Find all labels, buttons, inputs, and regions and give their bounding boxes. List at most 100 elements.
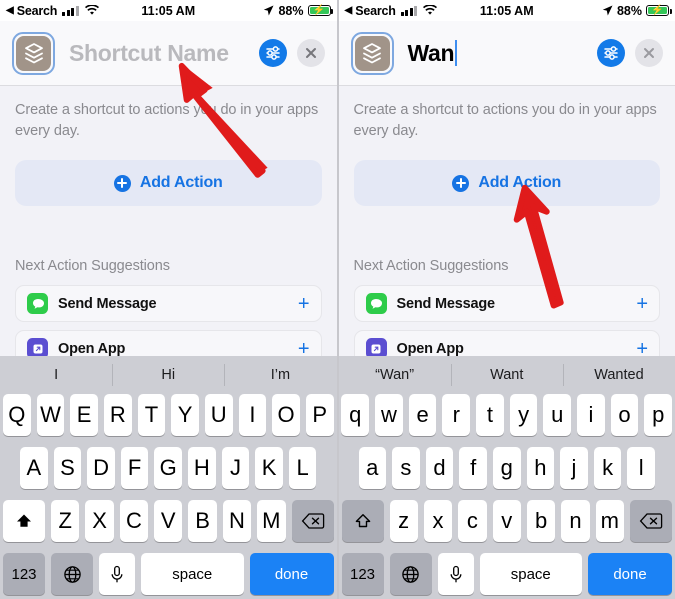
shortcut-name-input[interactable]: Wan	[408, 40, 598, 67]
messages-app-icon	[27, 293, 48, 314]
shift-key[interactable]	[341, 500, 384, 542]
shortcut-settings-button[interactable]	[597, 39, 625, 67]
key[interactable]: l	[627, 447, 655, 489]
prediction-candidate[interactable]: Hi	[112, 356, 224, 394]
space-key[interactable]: space	[141, 553, 244, 595]
return-key[interactable]: done	[249, 553, 334, 595]
suggestion-list: Send Message + Open App +	[15, 285, 322, 367]
dictation-key[interactable]	[99, 553, 135, 595]
key[interactable]: k	[593, 447, 622, 489]
key[interactable]: U	[204, 394, 233, 436]
key[interactable]: m	[595, 500, 625, 542]
shortcut-icon-button[interactable]	[12, 31, 55, 75]
key[interactable]: w	[375, 394, 403, 436]
key[interactable]: p	[644, 394, 673, 436]
key[interactable]: D	[87, 447, 115, 489]
key[interactable]: F	[120, 447, 149, 489]
list-item-label: Send Message	[58, 295, 157, 312]
shortcut-name-input[interactable]: Shortcut Name	[69, 40, 259, 67]
key[interactable]: z	[389, 500, 418, 542]
backspace-key[interactable]	[630, 500, 673, 542]
globe-key[interactable]	[389, 553, 432, 595]
key[interactable]: C	[119, 500, 149, 542]
key[interactable]: n	[561, 500, 590, 542]
key[interactable]: L	[288, 447, 317, 489]
list-item[interactable]: Send Message +	[15, 285, 322, 322]
key[interactable]: H	[188, 447, 216, 489]
shift-key[interactable]	[3, 500, 45, 542]
key[interactable]: t	[476, 394, 504, 436]
globe-key[interactable]	[51, 553, 93, 595]
add-action-label: Add Action	[478, 174, 562, 191]
dictation-key[interactable]	[437, 553, 474, 595]
back-triangle-icon: ◀	[344, 4, 353, 16]
key[interactable]: Y	[171, 394, 199, 436]
key[interactable]: G	[154, 447, 183, 489]
battery-percent-label: 88%	[616, 3, 642, 18]
key[interactable]: s	[392, 447, 420, 489]
plus-circle-icon	[113, 174, 131, 192]
prediction-candidate[interactable]: I’m	[224, 356, 336, 394]
shortcut-icon-button[interactable]	[350, 31, 394, 75]
key[interactable]: K	[255, 447, 283, 489]
key[interactable]: y	[509, 394, 538, 436]
add-action-button[interactable]: Add Action	[15, 160, 322, 206]
suggestion-list: Send Message + Open App +	[353, 285, 660, 367]
key[interactable]: O	[272, 394, 300, 436]
key[interactable]: S	[53, 447, 82, 489]
key[interactable]: d	[425, 447, 454, 489]
key[interactable]: X	[85, 500, 114, 542]
add-action-button[interactable]: Add Action	[353, 160, 660, 206]
close-button[interactable]	[296, 39, 325, 67]
prediction-candidate[interactable]: “Wan”	[339, 356, 451, 394]
key[interactable]: V	[154, 500, 183, 542]
close-button[interactable]	[635, 39, 663, 67]
key[interactable]: A	[20, 447, 48, 489]
key[interactable]: q	[341, 394, 370, 436]
key[interactable]: W	[36, 394, 65, 436]
prediction-candidate[interactable]: Wanted	[562, 356, 675, 394]
key[interactable]: v	[492, 500, 521, 542]
text-caret	[455, 40, 458, 66]
add-suggestion-button[interactable]: +	[298, 294, 310, 314]
key[interactable]: f	[459, 447, 487, 489]
key[interactable]: o	[610, 394, 639, 436]
space-key[interactable]: space	[479, 553, 582, 595]
key[interactable]: x	[423, 500, 453, 542]
key[interactable]: b	[526, 500, 556, 542]
content-left: Create a shortcut to actions you do in y…	[0, 86, 337, 367]
key[interactable]: J	[221, 447, 250, 489]
phone-screen-right: ◀ Search 11:05 AM 88% ⚡ Wan Create a sho…	[338, 0, 675, 599]
key[interactable]: E	[70, 394, 98, 436]
key[interactable]: i	[577, 394, 605, 436]
numbers-key[interactable]: 123	[3, 553, 45, 595]
key[interactable]: a	[358, 447, 387, 489]
key[interactable]: B	[188, 500, 217, 542]
numbers-key[interactable]: 123	[341, 553, 384, 595]
key[interactable]: j	[560, 447, 588, 489]
key[interactable]: P	[305, 394, 334, 436]
return-key[interactable]: done	[588, 553, 672, 595]
key[interactable]: Z	[51, 500, 80, 542]
key[interactable]: N	[222, 500, 252, 542]
prediction-candidate[interactable]: Want	[450, 356, 563, 394]
list-item[interactable]: Send Message +	[353, 285, 660, 322]
backspace-key[interactable]	[291, 500, 334, 542]
key[interactable]: e	[408, 394, 437, 436]
key[interactable]: M	[257, 500, 286, 542]
intro-blurb: Create a shortcut to actions you do in y…	[15, 102, 319, 139]
key[interactable]: T	[137, 394, 166, 436]
key[interactable]: c	[458, 500, 487, 542]
shortcut-settings-button[interactable]	[258, 39, 287, 67]
key[interactable]: I	[238, 394, 267, 436]
add-suggestion-button[interactable]: +	[636, 294, 648, 314]
prediction-candidate[interactable]: I	[0, 356, 112, 394]
status-bar-right: ◀ Search 11:05 AM 88% ⚡	[338, 0, 675, 21]
key[interactable]: r	[442, 394, 471, 436]
key[interactable]: h	[526, 447, 555, 489]
key[interactable]: u	[543, 394, 572, 436]
key[interactable]: Q	[2, 394, 31, 436]
key[interactable]: g	[492, 447, 521, 489]
key-row-2: a s d f g h j k l	[339, 447, 675, 489]
key[interactable]: R	[103, 394, 132, 436]
